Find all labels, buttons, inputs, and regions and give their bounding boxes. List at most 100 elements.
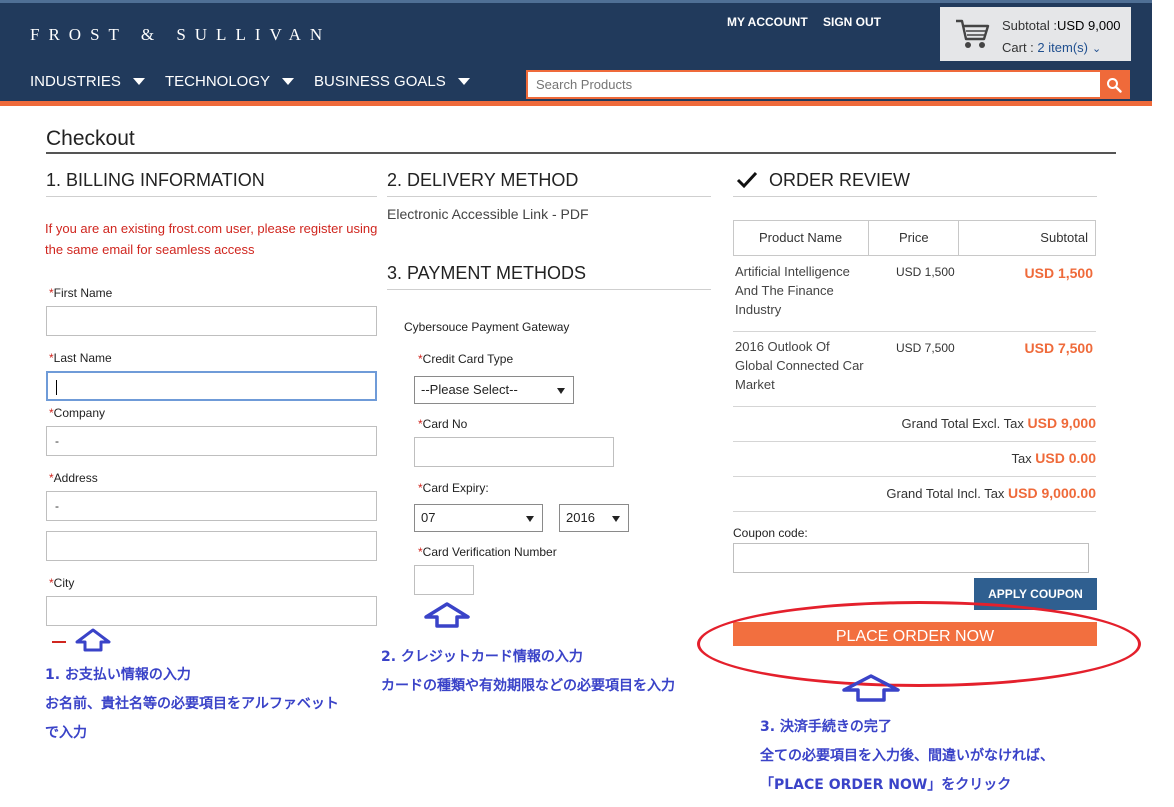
- title-divider: [46, 152, 1116, 154]
- card-no-label: *Card No: [418, 417, 467, 431]
- annotation-card: 2. クレジットカード情報の入力 カードの種類や有効期限などの必要項目を入力: [381, 643, 675, 701]
- section-divider: [733, 196, 1097, 197]
- cvn-label: *Card Verification Number: [418, 545, 557, 559]
- search-icon: [1107, 77, 1122, 93]
- search-bar: [526, 70, 1130, 99]
- row-divider: [733, 331, 1096, 332]
- grand-total-excl-label: Grand Total Excl. Tax: [901, 416, 1024, 431]
- header-accent-stripe: [0, 101, 1152, 106]
- mini-cart[interactable]: Subtotal :USD 9,000 Cart : 2 item(s) ⌄: [940, 7, 1131, 61]
- up-arrow-icon: [424, 602, 470, 628]
- checkmark-icon: [736, 171, 758, 189]
- cart-count-label: Cart :: [1002, 40, 1034, 55]
- annotation-complete-line3: 「PLACE ORDER NOW」をクリック: [760, 777, 1012, 793]
- chevron-down-icon[interactable]: ⌄: [1092, 43, 1101, 55]
- caret-down-icon: [282, 78, 295, 85]
- cvn-label-text: Card Verification Number: [422, 545, 557, 559]
- column-separator: [868, 221, 869, 255]
- sign-out-link[interactable]: SIGN OUT: [823, 15, 881, 29]
- caret-down-icon: [457, 78, 470, 85]
- item-2-name: 2016 Outlook Of Global Connected Car Mar…: [735, 339, 864, 392]
- card-type-label-text: Credit Card Type: [422, 352, 514, 366]
- nav-industries[interactable]: INDUSTRIES: [30, 73, 145, 90]
- grand-total-excl-value: USD 9,000: [1027, 415, 1096, 431]
- first-name-label-text: First Name: [53, 286, 113, 300]
- company-label: *Company: [49, 406, 105, 420]
- coupon-label: Coupon code:: [733, 526, 808, 540]
- address-line1-field[interactable]: -: [46, 491, 377, 521]
- up-arrow-icon: [842, 674, 900, 702]
- card-type-label: *Credit Card Type: [418, 352, 513, 366]
- expiry-year-selected: 2016: [566, 510, 595, 525]
- annotation-complete-line1: 3. 決済手続きの完了: [760, 719, 892, 735]
- nav-business-goals-label: BUSINESS GOALS: [314, 73, 446, 90]
- address-line2-field[interactable]: [46, 531, 377, 561]
- col-subtotal: Subtotal: [1040, 230, 1088, 245]
- last-name-label-text: Last Name: [53, 351, 112, 365]
- tax-label: Tax: [1011, 451, 1032, 466]
- column-separator: [958, 221, 959, 255]
- coupon-field[interactable]: [733, 543, 1089, 573]
- my-account-link[interactable]: MY ACCOUNT: [727, 15, 808, 29]
- annotation-billing: 1. お支払い情報の入力 お名前、貴社名等の必要項目をアルファベット で入力: [45, 661, 339, 748]
- row-divider: [733, 511, 1096, 512]
- item-2-subtotal: USD 7,500: [1024, 340, 1093, 356]
- section-divider: [387, 196, 711, 197]
- annotation-complete: 3. 決済手続きの完了 全ての必要項目を入力後、間違いがなければ、 「PLACE…: [760, 713, 1054, 800]
- cvn-field[interactable]: [414, 565, 474, 595]
- delivery-section-title: 2. DELIVERY METHOD: [387, 170, 579, 190]
- company-field[interactable]: -: [46, 426, 377, 456]
- review-section-title: ORDER REVIEW: [769, 170, 911, 190]
- cart-subtotal-label: Subtotal :: [1002, 18, 1057, 33]
- search-button[interactable]: [1100, 72, 1128, 97]
- col-product-name: Product Name: [759, 230, 843, 245]
- expiry-month-select[interactable]: 07: [414, 504, 543, 532]
- billing-notice: If you are an existing frost.com user, p…: [45, 221, 378, 257]
- annotation-card-line1: 2. クレジットカード情報の入力: [381, 649, 583, 665]
- first-name-label: *First Name: [49, 286, 112, 300]
- item-1-subtotal: USD 1,500: [1024, 265, 1093, 281]
- card-expiry-label: *Card Expiry:: [418, 481, 489, 495]
- grand-total-incl-row: Grand Total Incl. Tax USD 9,000.00: [886, 485, 1096, 501]
- grand-total-incl-value: USD 9,000.00: [1008, 485, 1096, 501]
- dropdown-arrow-icon: [612, 516, 620, 522]
- up-arrow-icon: [75, 628, 111, 652]
- expiry-year-select[interactable]: 2016: [559, 504, 629, 532]
- cart-items-toggle[interactable]: 2 item(s): [1037, 40, 1088, 55]
- card-no-label-text: Card No: [422, 417, 468, 431]
- payment-section-title: 3. PAYMENT METHODS: [387, 263, 587, 283]
- item-1-price: USD 1,500: [896, 265, 955, 279]
- page-title: Checkout: [46, 127, 135, 150]
- first-name-field[interactable]: [46, 306, 377, 336]
- shopping-cart-icon: [956, 19, 990, 48]
- tax-row: Tax USD 0.00: [1011, 450, 1096, 466]
- nav-business-goals[interactable]: BUSINESS GOALS: [314, 73, 470, 90]
- row-divider: [733, 441, 1096, 442]
- col-price: Price: [899, 230, 929, 245]
- site-logo[interactable]: FROST & SULLIVAN: [30, 25, 331, 45]
- annotation-billing-line1: 1. お支払い情報の入力: [45, 667, 191, 683]
- row-divider: [733, 476, 1096, 477]
- annotation-complete-line2: 全ての必要項目を入力後、間違いがなければ、: [760, 748, 1054, 764]
- card-type-selected: --Please Select--: [421, 382, 518, 397]
- card-expiry-label-text: Card Expiry:: [422, 481, 489, 495]
- nav-technology[interactable]: TECHNOLOGY: [165, 73, 295, 90]
- grand-total-incl-label: Grand Total Incl. Tax: [886, 486, 1005, 501]
- section-divider: [46, 196, 377, 197]
- annotation-billing-line2: お名前、貴社名等の必要項目をアルファベット: [45, 696, 339, 712]
- dropdown-arrow-icon: [526, 516, 534, 522]
- last-name-field[interactable]: [46, 371, 377, 401]
- payment-gateway-name: Cybersouce Payment Gateway: [404, 320, 570, 334]
- search-input[interactable]: [528, 72, 1102, 97]
- tax-value: USD 0.00: [1035, 450, 1096, 466]
- card-type-select[interactable]: --Please Select--: [414, 376, 574, 404]
- item-2-price: USD 7,500: [896, 341, 955, 355]
- nav-technology-label: TECHNOLOGY: [165, 73, 271, 90]
- annotation-billing-line3: で入力: [45, 725, 87, 741]
- card-number-field[interactable]: [414, 437, 614, 467]
- address-label: *Address: [49, 471, 98, 485]
- order-table-header: Product Name Price Subtotal: [733, 220, 1096, 256]
- city-field[interactable]: [46, 596, 377, 626]
- item-1-name: Artificial Intelligence And The Finance …: [735, 264, 850, 317]
- dash-mark: [52, 641, 66, 643]
